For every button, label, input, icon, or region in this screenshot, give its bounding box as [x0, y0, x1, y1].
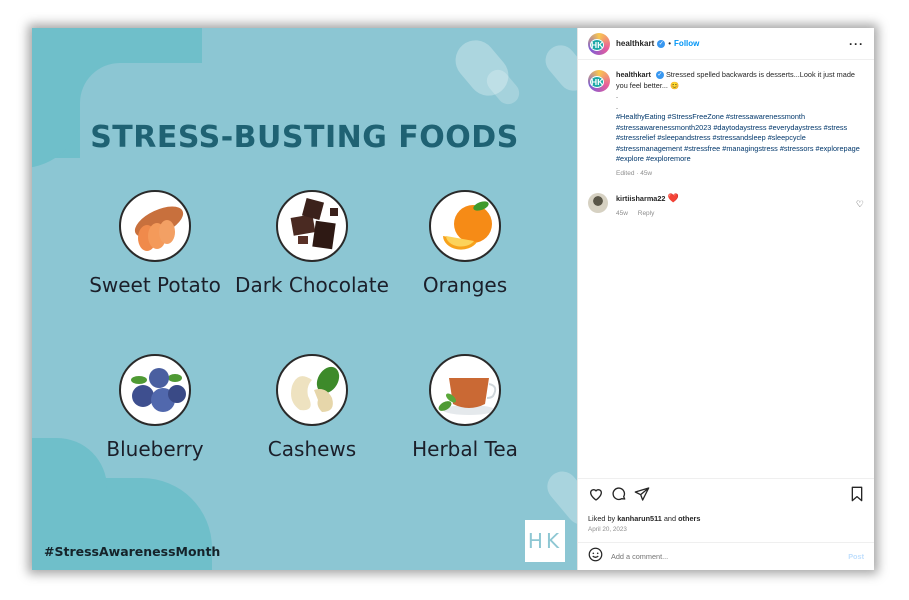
- post-actions: Liked by kanharun511 and others April 20…: [578, 478, 874, 533]
- food-name: Oranges: [422, 273, 508, 297]
- food-item: Cashews: [227, 354, 397, 461]
- likes-prefix: Liked by: [588, 514, 616, 523]
- image-title: STRESS-BUSTING FOODS: [90, 120, 519, 155]
- add-comment-bar: Post: [578, 542, 874, 570]
- food-item: Herbal Tea: [380, 354, 550, 461]
- comment-item: kirtiisharma22 ❤️ 45w Reply ♡: [578, 179, 874, 217]
- share-send-icon[interactable]: [634, 486, 650, 507]
- comment-like-heart-icon[interactable]: ♡: [856, 199, 864, 210]
- orange-image: [429, 190, 501, 262]
- caption-username[interactable]: healthkart: [616, 70, 651, 79]
- food-name: Herbal Tea: [412, 437, 518, 461]
- avatar[interactable]: HK: [588, 32, 610, 55]
- decorative-pill: [539, 39, 577, 97]
- instagram-post-window: STRESS-BUSTING FOODS Sweet Potato Dark C…: [32, 28, 874, 570]
- brand-logo: HK: [525, 520, 565, 562]
- post-date: April 20, 2023: [588, 526, 627, 533]
- more-horizontal-icon[interactable]: ···: [849, 37, 864, 51]
- likes-conjunction: and: [663, 514, 677, 523]
- comment-age: 45w: [616, 210, 628, 217]
- comment-username[interactable]: kirtiisharma22: [616, 194, 666, 203]
- food-item: Dark Chocolate: [227, 190, 397, 297]
- likes-others-link[interactable]: others: [678, 514, 700, 523]
- bookmark-save-icon[interactable]: [850, 486, 864, 507]
- cashew-image: [276, 354, 348, 426]
- post-image: STRESS-BUSTING FOODS Sweet Potato Dark C…: [32, 28, 577, 570]
- post-caption: HK healthkart ✓ Stressed spelled backwar…: [578, 60, 874, 179]
- reply-button[interactable]: Reply: [638, 210, 655, 217]
- post-details-panel: HK healthkart ✓ • Follow ··· HK healthka…: [577, 28, 874, 570]
- caption-text: Stressed spelled backwards is desserts..…: [616, 70, 855, 90]
- follow-button[interactable]: Follow: [674, 39, 699, 48]
- food-item: Oranges: [380, 190, 550, 297]
- food-name: Sweet Potato: [89, 273, 221, 297]
- sweet-potato-image: [119, 190, 191, 262]
- username-link[interactable]: healthkart: [616, 39, 654, 48]
- post-header: HK healthkart ✓ • Follow ···: [578, 28, 874, 60]
- caption-meta: Edited · 45w: [616, 169, 653, 177]
- separator-dot: •: [668, 39, 672, 48]
- verified-badge-icon: ✓: [657, 39, 666, 48]
- like-heart-icon[interactable]: [588, 486, 604, 507]
- caption-hashtags[interactable]: #HealthyEating #StressFreeZone #stressaw…: [616, 112, 864, 165]
- emoji-picker-icon[interactable]: [588, 547, 603, 567]
- dark-chocolate-image: [276, 190, 348, 262]
- verified-badge-icon: ✓: [655, 71, 664, 80]
- avatar[interactable]: HK: [588, 70, 610, 92]
- herbal-tea-image: [429, 354, 501, 426]
- add-comment-input[interactable]: [611, 552, 849, 561]
- food-name: Blueberry: [106, 437, 204, 461]
- food-name: Dark Chocolate: [235, 273, 389, 297]
- comment-bubble-icon[interactable]: [611, 486, 627, 507]
- comment-text: ❤️: [667, 193, 679, 203]
- caption-dots: . .: [616, 91, 619, 111]
- image-hashtag: #StressAwarenessMonth: [44, 544, 221, 559]
- blueberry-image: [119, 354, 191, 426]
- smile-emoji-icon: 😊: [669, 80, 680, 90]
- food-item: Sweet Potato: [70, 190, 240, 297]
- liked-by-user-link[interactable]: kanharun511: [617, 514, 662, 523]
- food-item: Blueberry: [70, 354, 240, 461]
- post-comment-button[interactable]: Post: [848, 552, 864, 561]
- food-name: Cashews: [267, 437, 357, 461]
- commenter-avatar[interactable]: [588, 193, 608, 213]
- likes-summary: Liked by kanharun511 and others: [588, 514, 864, 523]
